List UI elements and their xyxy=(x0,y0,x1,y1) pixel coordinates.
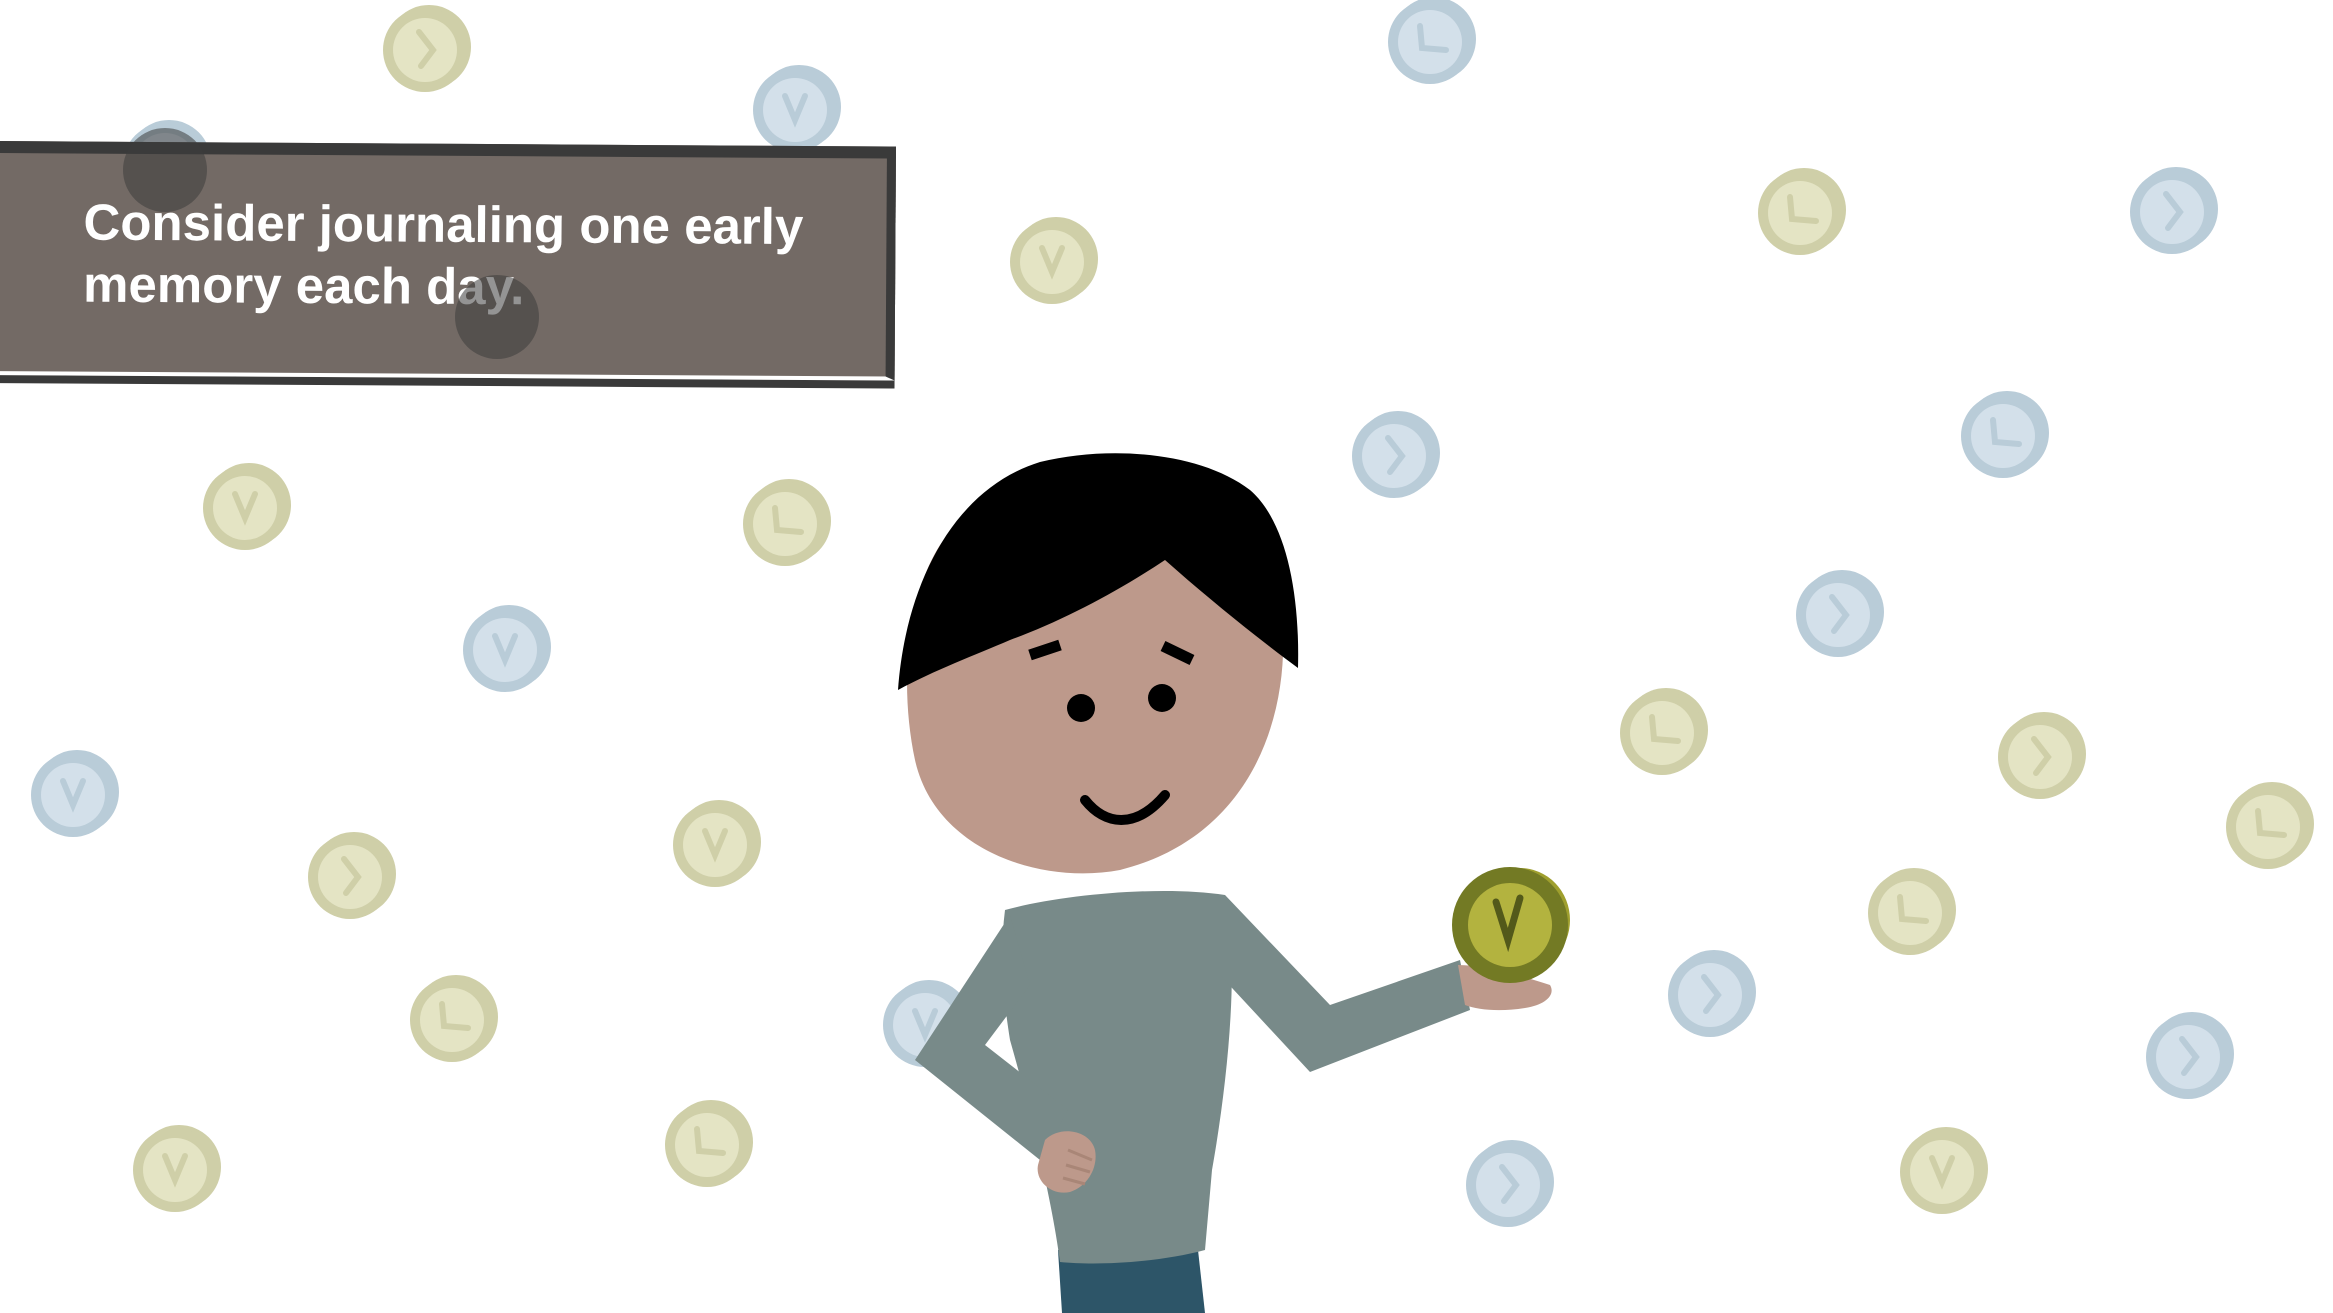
clock-coin-icon xyxy=(2146,1012,2234,1099)
clock-coin-icon xyxy=(665,1100,753,1187)
clock-coin-icon xyxy=(1758,168,1846,255)
clock-coin-icon xyxy=(463,605,551,692)
clock-coin-icon xyxy=(1668,950,1756,1037)
tip-message: Consider journaling one early memory eac… xyxy=(82,193,804,316)
clock-coin-icon xyxy=(383,5,471,92)
clock-coin-icon xyxy=(1961,391,2049,478)
shirt-right-arm xyxy=(1220,895,1470,1072)
clock-coin-icon xyxy=(1868,868,1956,955)
left-eye xyxy=(1067,694,1095,722)
clock-coin-icon xyxy=(1796,570,1884,657)
clock-coin-icon xyxy=(753,65,841,152)
right-eye xyxy=(1148,684,1176,712)
clock-coin-icon xyxy=(410,975,498,1062)
clock-coin-icon xyxy=(31,750,119,837)
clock-coin-icon xyxy=(308,832,396,919)
clock-coin-icon xyxy=(1388,0,1476,84)
clock-coin-icon xyxy=(1352,411,1440,498)
held-coin-icon xyxy=(1452,867,1570,983)
clock-coin-icon xyxy=(1900,1127,1988,1214)
clock-coin-icon xyxy=(1010,217,1098,304)
shirt-torso xyxy=(1002,890,1232,1264)
clock-coin-icon xyxy=(1466,1140,1554,1227)
clock-coin-icon xyxy=(1620,688,1708,775)
clock-coin-icon xyxy=(133,1125,221,1212)
clock-coin-icon xyxy=(2130,167,2218,254)
clock-coin-icon xyxy=(673,800,761,887)
clock-coin-icon xyxy=(1998,712,2086,799)
clock-coin-icon xyxy=(2226,782,2314,869)
clock-coin-icon xyxy=(743,479,831,566)
clock-coin-icon xyxy=(203,463,291,550)
tip-banner: Consider journaling one early memory eac… xyxy=(0,141,896,381)
